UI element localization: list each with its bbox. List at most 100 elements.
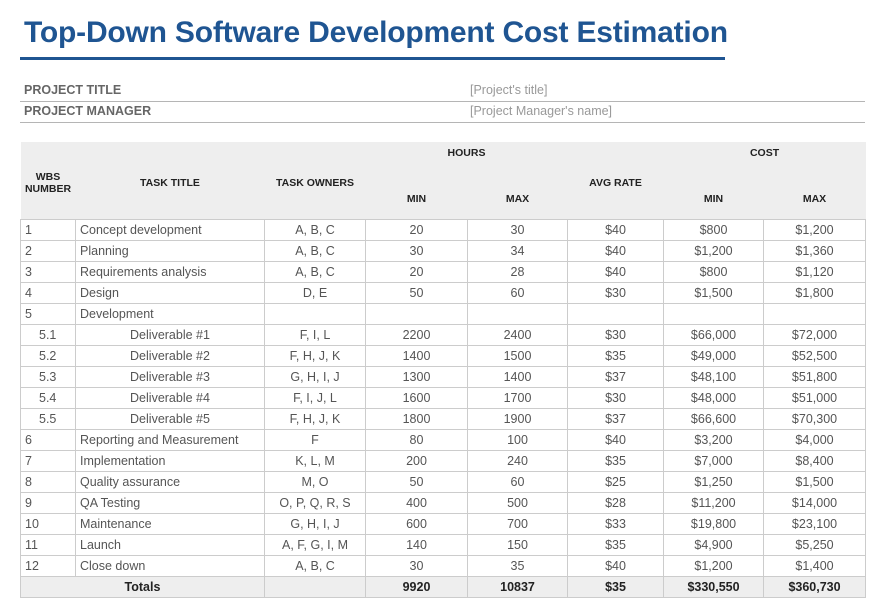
task-owners-cell[interactable]: G, H, I, J — [264, 366, 366, 388]
hours-max-cell[interactable]: 1700 — [466, 387, 569, 409]
avg-rate-cell[interactable]: $33 — [567, 513, 665, 535]
cost-max-cell[interactable]: $1,120 — [763, 261, 867, 283]
cost-max-cell[interactable]: $1,500 — [763, 471, 867, 493]
task-title-cell[interactable]: Deliverable #4 — [75, 387, 265, 409]
avg-rate-cell[interactable]: $35 — [567, 345, 665, 367]
task-owners-cell[interactable]: F, H, J, K — [264, 345, 366, 367]
cost-min-cell[interactable]: $66,600 — [663, 408, 765, 430]
task-title-cell[interactable]: Implementation — [75, 450, 265, 472]
task-owners-cell[interactable]: F — [264, 429, 366, 451]
hours-min-cell[interactable]: 1600 — [365, 387, 468, 409]
cost-min-cell[interactable]: $800 — [663, 219, 765, 241]
cost-max-cell[interactable] — [763, 303, 867, 325]
task-title-cell[interactable]: Deliverable #5 — [75, 408, 265, 430]
cost-min-cell[interactable]: $7,000 — [663, 450, 765, 472]
cost-min-cell[interactable]: $49,000 — [663, 345, 765, 367]
hours-min-cell[interactable]: 50 — [365, 282, 468, 304]
project-manager-field[interactable]: [Project Manager's name] — [470, 104, 612, 118]
hours-max-cell[interactable] — [466, 303, 569, 325]
avg-rate-cell[interactable]: $30 — [567, 282, 665, 304]
avg-rate-cell[interactable]: $40 — [567, 219, 665, 241]
cost-max-cell[interactable]: $4,000 — [763, 429, 867, 451]
hours-max-cell[interactable]: 60 — [466, 471, 569, 493]
hours-max-cell[interactable]: 1400 — [466, 366, 569, 388]
hours-max-cell[interactable]: 100 — [466, 429, 569, 451]
cost-min-cell[interactable]: $800 — [663, 261, 765, 283]
cost-min-cell[interactable]: $4,900 — [663, 534, 765, 556]
cost-min-cell[interactable]: $3,200 — [663, 429, 765, 451]
task-owners-cell[interactable]: A, F, G, I, M — [264, 534, 366, 556]
task-title-cell[interactable]: Design — [75, 282, 265, 304]
hours-min-cell[interactable] — [365, 303, 468, 325]
wbs-cell[interactable]: 3 — [20, 261, 76, 283]
hours-min-cell[interactable]: 200 — [365, 450, 468, 472]
hours-min-cell[interactable]: 20 — [365, 261, 468, 283]
cost-max-cell[interactable]: $51,000 — [763, 387, 867, 409]
hours-max-cell[interactable]: 150 — [466, 534, 569, 556]
hours-max-cell[interactable]: 2400 — [466, 324, 569, 346]
wbs-cell[interactable]: 4 — [20, 282, 76, 304]
cost-min-cell[interactable]: $48,000 — [663, 387, 765, 409]
task-title-cell[interactable]: QA Testing — [75, 492, 265, 514]
task-owners-cell[interactable]: F, H, J, K — [264, 408, 366, 430]
cost-max-cell[interactable]: $1,400 — [763, 555, 867, 577]
avg-rate-cell[interactable]: $40 — [567, 555, 665, 577]
task-title-cell[interactable]: Close down — [75, 555, 265, 577]
cost-max-cell[interactable]: $52,500 — [763, 345, 867, 367]
cost-max-cell[interactable]: $70,300 — [763, 408, 867, 430]
avg-rate-cell[interactable]: $40 — [567, 261, 665, 283]
hours-min-cell[interactable]: 80 — [365, 429, 468, 451]
task-title-cell[interactable]: Deliverable #1 — [75, 324, 265, 346]
cost-max-cell[interactable]: $5,250 — [763, 534, 867, 556]
avg-rate-cell[interactable]: $40 — [567, 240, 665, 262]
hours-max-cell[interactable]: 1500 — [466, 345, 569, 367]
hours-max-cell[interactable]: 28 — [466, 261, 569, 283]
avg-rate-cell[interactable]: $37 — [567, 366, 665, 388]
task-owners-cell[interactable]: A, B, C — [264, 555, 366, 577]
task-title-cell[interactable]: Development — [75, 303, 265, 325]
wbs-cell[interactable]: 8 — [20, 471, 76, 493]
wbs-cell[interactable]: 1 — [20, 219, 76, 241]
hours-min-cell[interactable]: 600 — [365, 513, 468, 535]
task-title-cell[interactable]: Requirements analysis — [75, 261, 265, 283]
avg-rate-cell[interactable]: $28 — [567, 492, 665, 514]
task-title-cell[interactable]: Deliverable #3 — [75, 366, 265, 388]
cost-min-cell[interactable]: $1,250 — [663, 471, 765, 493]
task-owners-cell[interactable]: A, B, C — [264, 219, 366, 241]
wbs-cell[interactable]: 9 — [20, 492, 76, 514]
task-title-cell[interactable]: Planning — [75, 240, 265, 262]
project-title-field[interactable]: [Project's title] — [470, 83, 547, 97]
hours-min-cell[interactable]: 1300 — [365, 366, 468, 388]
task-owners-cell[interactable] — [264, 303, 366, 325]
cost-min-cell[interactable]: $1,200 — [663, 555, 765, 577]
hours-max-cell[interactable]: 500 — [466, 492, 569, 514]
hours-min-cell[interactable]: 50 — [365, 471, 468, 493]
cost-min-cell[interactable]: $11,200 — [663, 492, 765, 514]
cost-min-cell[interactable]: $66,000 — [663, 324, 765, 346]
wbs-cell[interactable]: 12 — [20, 555, 76, 577]
hours-min-cell[interactable]: 140 — [365, 534, 468, 556]
avg-rate-cell[interactable]: $30 — [567, 324, 665, 346]
cost-max-cell[interactable]: $1,360 — [763, 240, 867, 262]
wbs-cell[interactable]: 6 — [20, 429, 76, 451]
task-owners-cell[interactable]: G, H, I, J — [264, 513, 366, 535]
task-title-cell[interactable]: Maintenance — [75, 513, 265, 535]
hours-min-cell[interactable]: 400 — [365, 492, 468, 514]
task-title-cell[interactable]: Deliverable #2 — [75, 345, 265, 367]
wbs-cell[interactable]: 7 — [20, 450, 76, 472]
wbs-cell[interactable]: 11 — [20, 534, 76, 556]
cost-min-cell[interactable] — [663, 303, 765, 325]
task-owners-cell[interactable]: O, P, Q, R, S — [264, 492, 366, 514]
hours-min-cell[interactable]: 30 — [365, 555, 468, 577]
wbs-cell[interactable]: 5.1 — [20, 324, 76, 346]
task-title-cell[interactable]: Launch — [75, 534, 265, 556]
cost-min-cell[interactable]: $1,200 — [663, 240, 765, 262]
task-owners-cell[interactable]: A, B, C — [264, 261, 366, 283]
wbs-cell[interactable]: 10 — [20, 513, 76, 535]
cost-min-cell[interactable]: $1,500 — [663, 282, 765, 304]
avg-rate-cell[interactable]: $25 — [567, 471, 665, 493]
hours-max-cell[interactable]: 240 — [466, 450, 569, 472]
wbs-cell[interactable]: 5.2 — [20, 345, 76, 367]
cost-min-cell[interactable]: $48,100 — [663, 366, 765, 388]
wbs-cell[interactable]: 5 — [20, 303, 76, 325]
